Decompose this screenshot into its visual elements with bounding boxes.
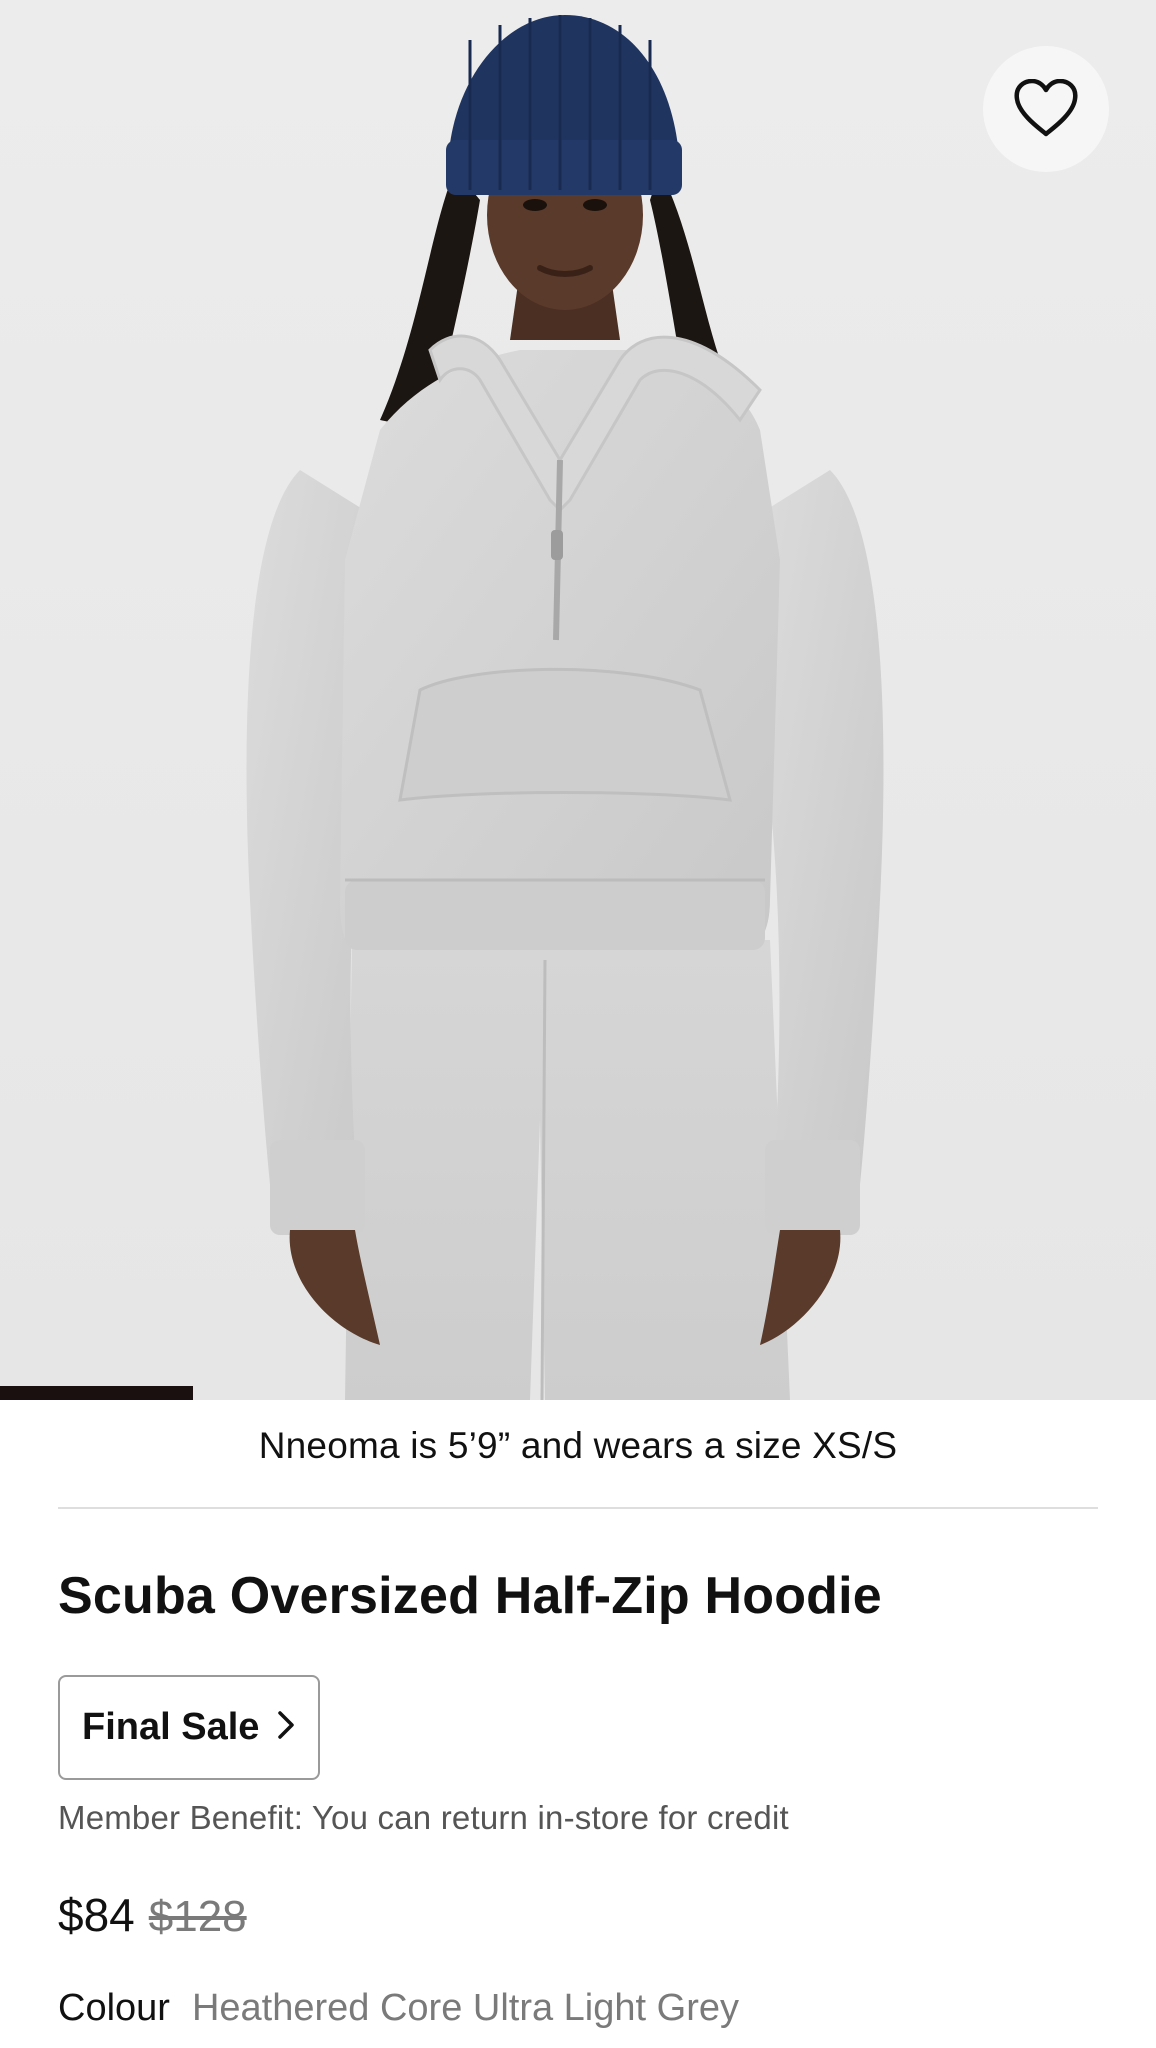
divider <box>58 1507 1098 1509</box>
carousel-progress-bar <box>0 1386 194 1400</box>
colour-value: Heathered Core Ultra Light Grey <box>191 1987 739 2029</box>
colour-label: Colour <box>58 1987 170 2029</box>
price-current: $84 <box>58 1889 135 1941</box>
product-image-carousel[interactable] <box>0 0 1156 1400</box>
price-row: $84 $128 <box>58 1888 247 1942</box>
final-sale-button[interactable]: Final Sale <box>58 1675 320 1780</box>
chevron-right-icon <box>277 1710 295 1745</box>
wishlist-button[interactable] <box>983 46 1109 172</box>
colour-row: Colour Heathered Core Ultra Light Grey <box>58 1987 739 2030</box>
heart-outline-icon <box>1014 79 1078 137</box>
model-size-caption: Nneoma is 5’9” and wears a size XS/S <box>258 1425 898 1466</box>
product-page: Nneoma is 5’9” and wears a size XS/S Scu… <box>0 0 1156 2048</box>
member-benefit-text: Member Benefit: You can return in-store … <box>58 1799 789 1836</box>
final-sale-label: Final Sale <box>82 1706 260 1748</box>
product-photo <box>0 0 1156 1400</box>
carousel-progress-track <box>0 1386 1156 1400</box>
price-original: $128 <box>148 1892 247 1941</box>
product-title: Scuba Oversized Half-Zip Hoodie <box>58 1567 882 1625</box>
